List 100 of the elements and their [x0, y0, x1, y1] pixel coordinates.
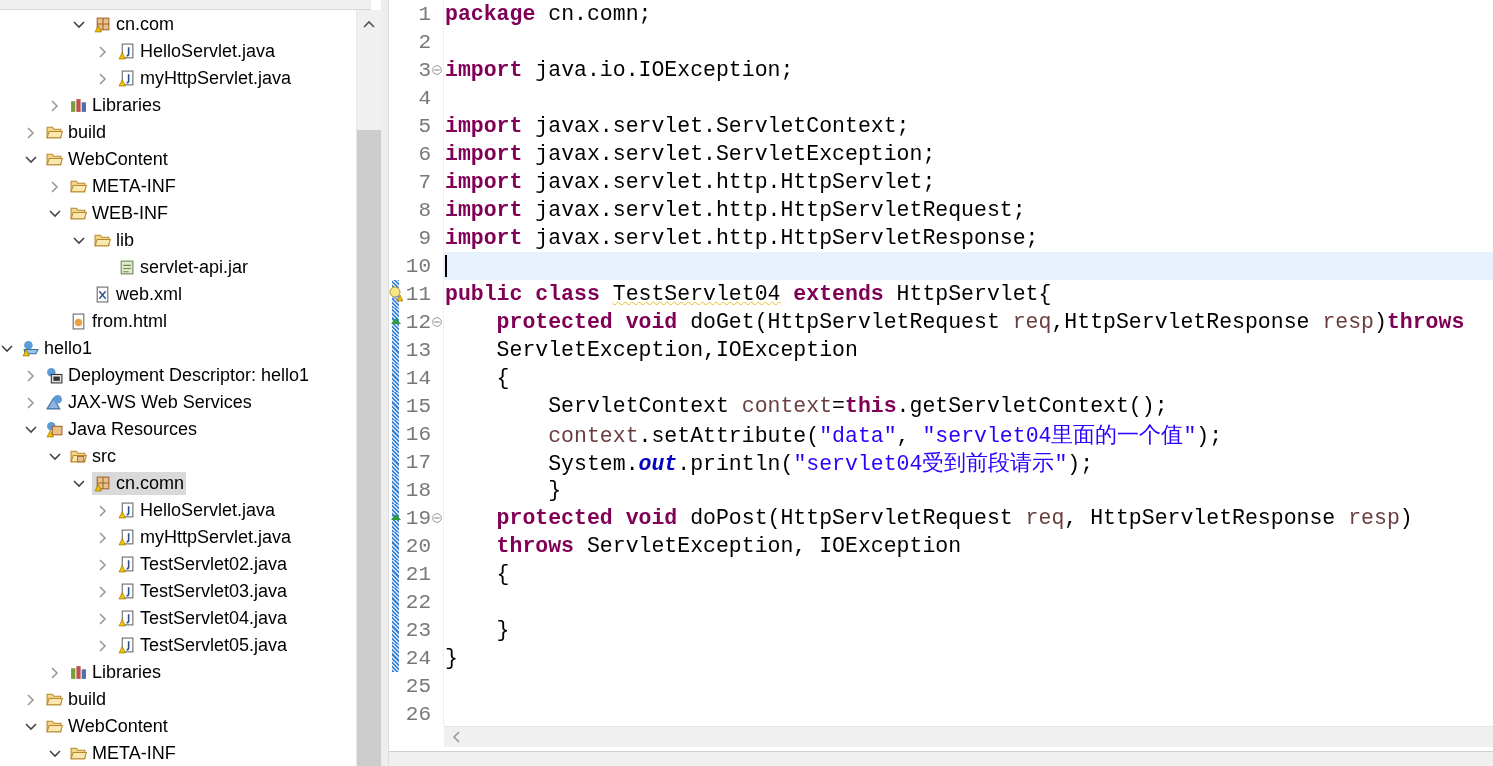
- tree-item[interactable]: WEB-INF: [68, 202, 170, 225]
- tree-item[interactable]: web.xml: [92, 283, 184, 306]
- warning-bulb-icon[interactable]: [389, 286, 403, 302]
- java-resources-icon: [46, 421, 63, 438]
- tree-item[interactable]: META-INF: [68, 175, 178, 198]
- line-number: 4: [417, 86, 431, 110]
- line-number: 22: [404, 590, 431, 614]
- folder-icon: [46, 718, 63, 735]
- code-line: throws ServletException, IOException: [495, 534, 962, 558]
- java-file-icon: [118, 529, 135, 546]
- chevron-down-icon[interactable]: [25, 425, 37, 434]
- tree-item[interactable]: cn.comn: [92, 472, 187, 495]
- tree-item[interactable]: Java Resources: [44, 418, 200, 441]
- books-icon: [70, 664, 87, 681]
- chevron-right-icon[interactable]: [27, 693, 35, 706]
- tree-item[interactable]: Deployment Descriptor: hello1: [44, 364, 312, 387]
- code-line: }: [547, 478, 562, 502]
- tree-item[interactable]: HelloServlet.java: [116, 499, 278, 522]
- scrollbar-thumb[interactable]: [357, 130, 381, 766]
- chevron-down-icon[interactable]: [1, 344, 13, 353]
- line-number: 11: [404, 282, 431, 306]
- line-number: 24: [404, 646, 431, 670]
- chevron-down-icon[interactable]: [73, 236, 85, 245]
- tree-item[interactable]: TestServlet04.java: [116, 607, 290, 630]
- scroll-left-icon[interactable]: [452, 731, 460, 743]
- code-line: protected void doGet(HttpServletRequest req,HttpServletResponse resp)throws: [495, 310, 1465, 334]
- java-file-icon: [118, 637, 135, 654]
- code-line: context.setAttribute("data", "servlet04里面的一个值");: [547, 422, 1223, 449]
- chevron-right-icon[interactable]: [99, 585, 107, 598]
- line-number: 25: [404, 674, 431, 698]
- tree-item[interactable]: hello1: [20, 337, 95, 360]
- tree-item[interactable]: TestServlet03.java: [116, 580, 290, 603]
- chevron-down-icon[interactable]: [25, 155, 37, 164]
- scrollbar[interactable]: [356, 10, 381, 766]
- line-number: 12: [404, 310, 431, 334]
- chevron-down-icon[interactable]: [73, 20, 85, 29]
- horizontal-scrollbar[interactable]: [444, 726, 1493, 747]
- chevron-right-icon[interactable]: [99, 72, 107, 85]
- code-line: import javax.servlet.http.HttpServletRequest;: [445, 198, 1026, 222]
- jar-file-icon: [118, 259, 135, 276]
- tree-item[interactable]: from.html: [68, 310, 169, 333]
- tree-item[interactable]: lib: [92, 229, 136, 252]
- chevron-down-icon[interactable]: [49, 452, 61, 461]
- java-file-icon: [118, 70, 135, 87]
- chevron-right-icon[interactable]: [27, 369, 35, 382]
- java-file-icon: [118, 502, 135, 519]
- code-line: import javax.servlet.ServletException;: [445, 142, 936, 166]
- tree-item[interactable]: WebContent: [44, 148, 170, 171]
- code-line: {: [495, 366, 510, 390]
- chevron-right-icon[interactable]: [99, 612, 107, 625]
- line-number: 17: [404, 450, 431, 474]
- chevron-right-icon[interactable]: [51, 666, 59, 679]
- folder-icon: [94, 232, 111, 249]
- collapse-icon[interactable]: [432, 317, 442, 327]
- line-number: 18: [404, 478, 431, 502]
- chevron-right-icon[interactable]: [99, 558, 107, 571]
- collapse-icon[interactable]: [432, 513, 442, 523]
- chevron-right-icon[interactable]: [99, 504, 107, 517]
- tree-item[interactable]: META-INF: [68, 742, 178, 765]
- tree-item[interactable]: src: [68, 445, 118, 468]
- line-number: 21: [404, 562, 431, 586]
- tree-item[interactable]: WebContent: [44, 715, 170, 738]
- tree-item[interactable]: servlet-api.jar: [116, 256, 251, 279]
- scroll-up-icon[interactable]: [363, 20, 375, 28]
- tree-item[interactable]: build: [44, 121, 109, 144]
- folder-icon: [70, 448, 87, 465]
- chevron-right-icon[interactable]: [99, 639, 107, 652]
- override-triangle-icon[interactable]: [390, 513, 402, 521]
- line-number: 3: [417, 58, 431, 82]
- code-line: {: [495, 562, 510, 586]
- tree-item[interactable]: Libraries: [68, 94, 164, 117]
- chevron-right-icon[interactable]: [99, 531, 107, 544]
- collapse-icon[interactable]: [432, 65, 442, 75]
- code-line: ServletContext context=this.getServletContext();: [547, 394, 1168, 418]
- package-icon: [94, 475, 111, 492]
- chevron-right-icon[interactable]: [27, 126, 35, 139]
- tree-item[interactable]: Libraries: [68, 661, 164, 684]
- tree-item[interactable]: myHttpServlet.java: [116, 526, 294, 549]
- chevron-down-icon[interactable]: [49, 209, 61, 218]
- tree-item[interactable]: build: [44, 688, 109, 711]
- java-file-icon: [118, 556, 135, 573]
- code-line: import java.io.IOException;: [445, 58, 794, 82]
- tree-item[interactable]: HelloServlet.java: [116, 40, 278, 63]
- tree-item[interactable]: TestServlet02.java: [116, 553, 290, 576]
- tree-item[interactable]: myHttpServlet.java: [116, 67, 294, 90]
- books-icon: [70, 97, 87, 114]
- chevron-down-icon[interactable]: [73, 479, 85, 488]
- tree-item[interactable]: JAX-WS Web Services: [44, 391, 254, 414]
- line-number: 2: [417, 30, 431, 54]
- chevron-right-icon[interactable]: [51, 180, 59, 193]
- chevron-right-icon[interactable]: [27, 396, 35, 409]
- line-number: 10: [404, 254, 431, 278]
- chevron-right-icon[interactable]: [99, 45, 107, 58]
- chevron-down-icon[interactable]: [49, 749, 61, 758]
- override-triangle-icon[interactable]: [390, 317, 402, 325]
- chevron-right-icon[interactable]: [51, 99, 59, 112]
- tree-item[interactable]: cn.com: [92, 13, 177, 36]
- chevron-down-icon[interactable]: [25, 722, 37, 731]
- tree-item[interactable]: TestServlet05.java: [116, 634, 290, 657]
- code-line: }: [495, 618, 510, 642]
